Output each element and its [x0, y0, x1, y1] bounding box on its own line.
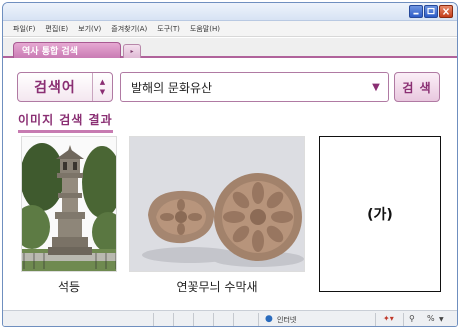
menu-file[interactable]: 파일(F) [13, 24, 35, 34]
globe-icon: ● [265, 314, 273, 324]
menu-edit[interactable]: 편집(E) [45, 24, 68, 34]
search-button[interactable]: 검 색 [394, 72, 440, 102]
minimize-icon [413, 12, 419, 15]
tab-bar: 역사 통합 검색 ▸ [3, 38, 457, 58]
tab-history-search[interactable]: 역사 통합 검색 [13, 42, 121, 58]
status-divider [403, 313, 404, 326]
status-divider [233, 313, 234, 326]
status-divider [375, 313, 376, 326]
protected-mode-icon[interactable]: ✦▾ [383, 314, 394, 323]
status-divider [213, 313, 214, 326]
result-image-stone-lantern[interactable] [21, 136, 117, 272]
roof-tile-image [130, 137, 304, 271]
zoom-icon[interactable]: ⚲ [409, 314, 415, 323]
search-type-label: 검색어 [34, 80, 76, 96]
status-divider [173, 313, 174, 326]
menu-bar: 파일(F) 편집(E) 보기(V) 즐겨찾기(A) 도구(T) 도움말(H) [3, 21, 457, 37]
menu-help[interactable]: 도움말(H) [190, 24, 220, 34]
result-caption: 석등 [57, 280, 81, 294]
status-divider [153, 313, 154, 326]
maximize-icon [427, 7, 435, 15]
window-controls [409, 5, 453, 18]
menu-favorites[interactable]: 즐겨찾기(A) [111, 24, 147, 34]
chevron-down-icon[interactable]: ▼ [439, 316, 444, 323]
status-bar: ● 인터넷 ✦▾ ⚲ % ▼ [3, 310, 457, 326]
status-divider [193, 313, 194, 326]
status-divider [258, 313, 259, 326]
page-content: 검색어 ▲ ▼ 발해의 문화유산 ▼ 검 색 이미지 검색 결과 석등 연꽃무늬… [3, 60, 457, 310]
maximize-button[interactable] [424, 5, 438, 18]
dropdown-arrow-icon[interactable]: ▼ [364, 82, 388, 93]
result-placeholder-box: (가) [319, 136, 441, 292]
result-caption: 연꽃무늬 수막새 [176, 280, 258, 294]
title-bar [3, 3, 457, 21]
menu-view[interactable]: 보기(V) [78, 24, 101, 34]
zoom-level[interactable]: % [427, 314, 435, 323]
browser-window: 파일(F) 편집(E) 보기(V) 즐겨찾기(A) 도구(T) 도움말(H) 역… [2, 2, 458, 327]
security-zone-label: 인터넷 [277, 316, 297, 324]
placeholder-label: (가) [367, 207, 393, 223]
search-query-combobox[interactable]: 발해의 문화유산 ▼ [120, 72, 389, 102]
minimize-button[interactable] [409, 5, 423, 18]
close-button[interactable] [439, 5, 453, 18]
result-image-lotus-roof-tile[interactable] [129, 136, 305, 272]
results-heading: 이미지 검색 결과 [18, 111, 113, 133]
search-type-select[interactable]: 검색어 ▲ ▼ [17, 72, 113, 102]
stone-lantern-image [22, 137, 116, 271]
new-tab-button[interactable]: ▸ [123, 44, 141, 58]
close-icon [442, 8, 450, 15]
spinner-icon[interactable]: ▲ ▼ [92, 73, 112, 101]
search-query-value: 발해의 문화유산 [131, 80, 213, 95]
menu-tools[interactable]: 도구(T) [157, 24, 180, 34]
